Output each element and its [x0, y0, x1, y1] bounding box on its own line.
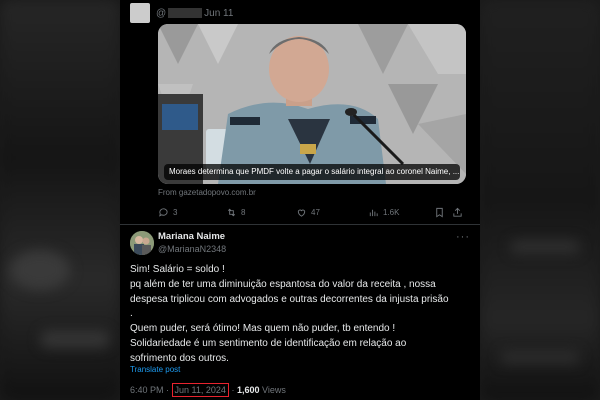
- tweet-panel: @ Jun 11 Moraes determina que PMDF volte…: [120, 0, 480, 400]
- translate-post-link[interactable]: Translate post: [130, 365, 180, 374]
- author-handle[interactable]: @MarianaN2348: [158, 244, 226, 254]
- officer-photo: [158, 24, 466, 184]
- like-count: 47: [311, 207, 320, 217]
- post-line: Sim! Salário = soldo !: [130, 264, 225, 275]
- blurred-background-shape: [40, 330, 110, 348]
- author-name[interactable]: Mariana Naime: [158, 231, 225, 242]
- bookmark-button[interactable]: [434, 207, 452, 218]
- quoted-handle-prefix: @: [156, 7, 167, 19]
- reply-icon: [159, 207, 168, 217]
- share-button[interactable]: [452, 207, 463, 218]
- like-button[interactable]: 47: [296, 207, 368, 218]
- quoted-tweet-date[interactable]: Jun 11: [204, 8, 233, 19]
- link-card-caption: Moraes determina que PMDF volte a pagar …: [164, 164, 460, 180]
- post-body: Sim! Salário = soldo ! pq além de ter um…: [130, 263, 470, 367]
- divider: [120, 224, 480, 225]
- reply-count: 3: [173, 207, 178, 217]
- post-line: .: [130, 308, 133, 320]
- post-line: pq além de ter uma diminuição espantosa …: [130, 278, 436, 290]
- post-line: Solidariedade é um sentimento de identif…: [130, 337, 407, 349]
- blurred-background-shape: [10, 250, 70, 290]
- redacted-handle: [168, 8, 203, 18]
- quoted-tweet-header: @ Jun 11: [130, 2, 233, 24]
- redacted-avatar: [130, 3, 150, 23]
- link-source[interactable]: From gazetadopovo.com.br: [158, 188, 256, 197]
- post-line: Quem puder, será ótimo! Mas quem não pud…: [130, 323, 396, 335]
- blurred-background-right: [480, 0, 600, 400]
- avatar-photo: [130, 231, 154, 255]
- post-time[interactable]: 6:40 PM: [130, 385, 164, 395]
- blurred-background-shape: [500, 350, 580, 364]
- post-line: despesa triplicou com advogados e outras…: [130, 293, 449, 305]
- more-options-button[interactable]: ···: [456, 231, 470, 243]
- view-count: 1.6K: [383, 207, 400, 217]
- heart-icon: [297, 209, 306, 217]
- quoted-tweet-actions: 3 8 47 1.6K: [158, 205, 468, 219]
- post-metadata: 6:40 PM · Jun 11, 2024 · 1,600 Views: [130, 383, 286, 397]
- link-card-image[interactable]: Moraes determina que PMDF volte a pagar …: [158, 24, 466, 184]
- bookmark-icon: [436, 207, 443, 217]
- retweet-button[interactable]: 8: [226, 207, 296, 218]
- post-line: sofrimento dos outros.: [130, 352, 229, 364]
- blurred-background-shape: [510, 240, 580, 254]
- views-count: 1,600: [236, 385, 260, 395]
- views-label: Views: [262, 385, 286, 395]
- share-icon: [453, 207, 462, 217]
- analytics-icon: [369, 209, 378, 216]
- author-avatar[interactable]: [130, 231, 154, 255]
- reply-button[interactable]: 3: [158, 207, 226, 218]
- post-date-highlighted[interactable]: Jun 11, 2024: [171, 383, 229, 397]
- views-button[interactable]: 1.6K: [368, 207, 434, 218]
- retweet-count: 8: [241, 207, 246, 217]
- retweet-icon: [227, 208, 236, 216]
